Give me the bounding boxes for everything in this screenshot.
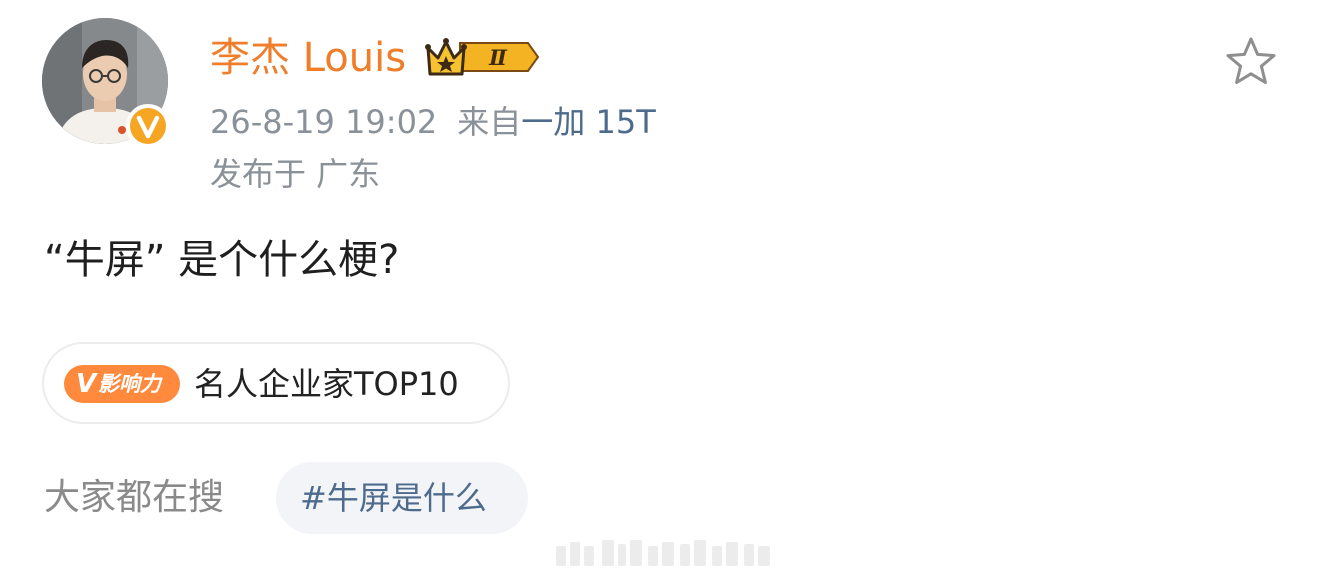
trending-hashtag[interactable]: #牛屏是什么 [276, 462, 528, 534]
influence-ranking-label: 名人企业家TOP10 [194, 365, 459, 403]
star-outline-icon[interactable] [1224, 36, 1278, 88]
trending-search-label: 大家都在搜 [44, 477, 225, 518]
trending-hashtag-text: #牛屏是什么 [300, 479, 487, 517]
influence-tag-text: 影响力 [98, 372, 161, 396]
post-time: 26-8-19 19:02 [210, 103, 438, 141]
post-location: 发布于 广东 [210, 155, 381, 193]
verified-badge [126, 104, 170, 148]
influence-ranking-pill[interactable]: V 影响力 名人企业家TOP10 [42, 342, 510, 424]
crown-icon[interactable]: Ⅱ [424, 34, 542, 80]
post-text: “牛屏” 是个什么梗? [44, 237, 400, 283]
source-device-link[interactable]: 一加 15T [521, 103, 655, 141]
watermark [556, 540, 770, 566]
source-prefix: 来自 [457, 103, 522, 141]
post-meta: 26-8-19 19:02 来自一加 15T [210, 100, 656, 144]
author-name[interactable]: 李杰 Louis [210, 32, 406, 84]
influence-v-icon: V [76, 369, 97, 399]
weibo-post: 李杰 Louis Ⅱ 26-8-19 19:02 来自一加 15T 发布于 广东 … [0, 0, 1320, 580]
verified-v-icon [136, 115, 160, 139]
influence-tag: V 影响力 [64, 365, 180, 403]
level-badge-text: Ⅱ [488, 45, 508, 70]
